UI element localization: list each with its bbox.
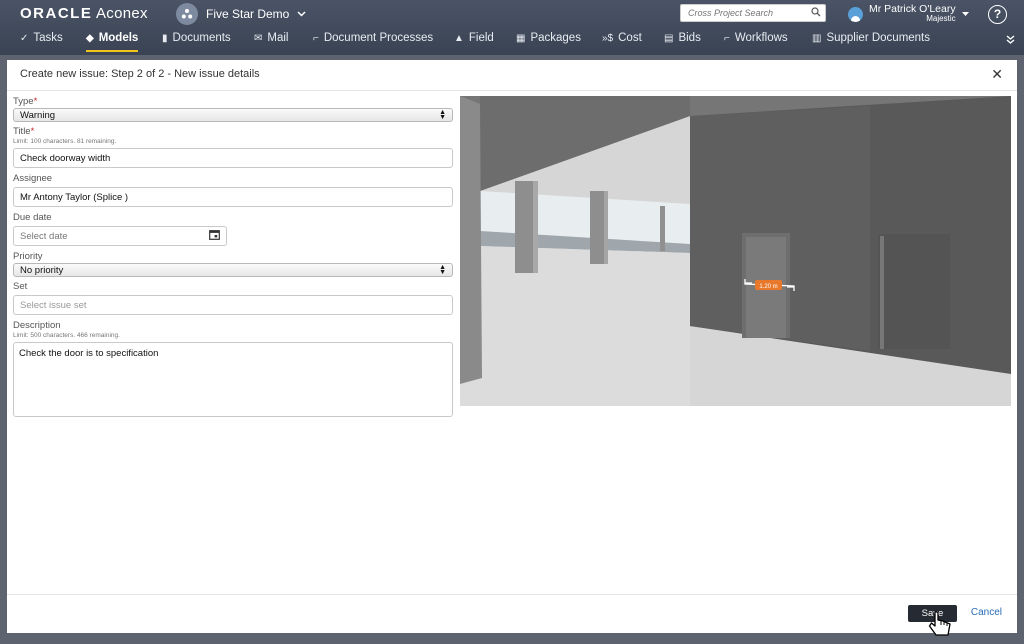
- nav-supplier-documents[interactable]: ▥ Supplier Documents: [812, 28, 930, 52]
- nav-document-processes[interactable]: ⌐ Document Processes: [313, 28, 433, 52]
- nav-label: Field: [468, 32, 494, 44]
- cross-project-search[interactable]: [680, 4, 826, 22]
- required-marker: *: [33, 96, 38, 107]
- nav-label: Document Processes: [323, 32, 434, 44]
- nav-tasks[interactable]: ✓ Tasks: [20, 28, 63, 52]
- dialog-header: Create new issue: Step 2 of 2 - New issu…: [7, 60, 1017, 91]
- nav-label: Cost: [618, 32, 642, 44]
- project-selector[interactable]: Five Star Demo: [176, 3, 306, 25]
- description-char-limit: Limit: 500 characters. 466 remaining.: [13, 332, 120, 339]
- workflow-icon: ⌐: [724, 33, 730, 44]
- type-label: Type*: [13, 96, 453, 108]
- dialog-footer: Save Cancel: [7, 594, 1017, 633]
- packages-icon: ▦: [516, 33, 526, 44]
- nav-label: Documents: [172, 32, 231, 44]
- nav-label: Models: [98, 32, 139, 44]
- oracle-aconex-logo[interactable]: ORACLE Aconex: [20, 4, 148, 24]
- project-logo-icon: [176, 3, 198, 25]
- nav-documents[interactable]: ▮ Documents: [162, 28, 231, 52]
- set-label: Set: [13, 281, 28, 292]
- title-field[interactable]: Check doorway width: [13, 148, 453, 168]
- nav-label: Tasks: [33, 32, 63, 44]
- measurement-label: 1.20 m: [759, 284, 777, 290]
- title-char-limit: Limit: 100 characters. 81 remaining.: [13, 138, 117, 145]
- user-name: Mr Patrick O'Leary: [869, 3, 956, 15]
- top-bar: ORACLE Aconex Five Star Demo Mr Patrick …: [0, 0, 1024, 55]
- help-icon[interactable]: ?: [988, 5, 1007, 24]
- chevron-down-icon: [961, 9, 969, 20]
- search-input[interactable]: [686, 7, 810, 19]
- nav-label: Supplier Documents: [826, 32, 931, 44]
- nav-models[interactable]: ◆ Models: [86, 28, 139, 52]
- type-label-text: Type: [13, 96, 34, 107]
- user-info: Mr Patrick O'Leary Majestic: [869, 4, 956, 24]
- search-icon[interactable]: [811, 4, 821, 22]
- field-icon: ▲: [454, 33, 464, 44]
- description-label: Description: [13, 320, 61, 331]
- check-icon: ✓: [20, 33, 29, 44]
- user-organization: Majestic: [926, 14, 956, 23]
- nav-label: Bids: [678, 32, 701, 44]
- document-icon: ▮: [162, 33, 168, 44]
- type-value: Warning: [20, 109, 56, 121]
- create-issue-dialog: Create new issue: Step 2 of 2 - New issu…: [7, 60, 1017, 633]
- nav-bids[interactable]: ▤ Bids: [664, 28, 701, 52]
- nav-label: Packages: [530, 32, 581, 44]
- nav-cost[interactable]: »$ Cost: [602, 28, 642, 52]
- priority-select[interactable]: No priority ▲ ▼: [13, 263, 453, 277]
- assignee-label: Assignee: [13, 173, 53, 184]
- chevron-down-icon: [297, 9, 306, 20]
- workflow-icon: ⌐: [313, 33, 319, 44]
- priority-label: Priority: [13, 251, 43, 262]
- dialog-title: Create new issue: Step 2 of 2 - New issu…: [20, 68, 260, 80]
- required-marker: *: [30, 126, 35, 137]
- avatar: [848, 6, 863, 22]
- issue-set-field[interactable]: Select issue set: [13, 295, 453, 315]
- due-date-field[interactable]: Select date: [13, 226, 227, 246]
- title-label-text: Title: [13, 126, 31, 137]
- due-date-placeholder: Select date: [20, 230, 68, 242]
- title-label: Title*: [13, 126, 453, 138]
- select-arrows-icon: ▲ ▼: [439, 264, 446, 276]
- nav-field[interactable]: ▲ Field: [454, 28, 494, 52]
- nav-label: Workflows: [734, 32, 788, 44]
- bids-icon: ▤: [664, 33, 674, 44]
- model-3d-view: 1.20 m: [460, 96, 1011, 406]
- supplier-icon: ▥: [812, 33, 822, 44]
- project-name: Five Star Demo: [206, 7, 290, 21]
- type-select[interactable]: Warning ▲ ▼: [13, 108, 453, 122]
- nav-mail[interactable]: ✉ Mail: [254, 28, 288, 52]
- logo-brand: ORACLE: [20, 5, 93, 22]
- model-viewer-snapshot: 1.20 m: [460, 96, 1011, 406]
- issue-form: Type* Warning ▲ ▼ Title* Limit: 100 chara…: [13, 96, 453, 417]
- close-icon[interactable]: ✕: [991, 66, 1003, 83]
- cancel-button[interactable]: Cancel: [971, 607, 1002, 618]
- nav-label: Mail: [267, 32, 289, 44]
- due-date-label: Due date: [13, 212, 52, 223]
- description-field[interactable]: Check the door is to specification: [13, 342, 453, 417]
- mail-icon: ✉: [254, 33, 263, 44]
- priority-value: No priority: [20, 264, 64, 276]
- cube-icon: ◆: [86, 33, 94, 44]
- user-menu[interactable]: Mr Patrick O'Leary Majestic: [848, 3, 969, 25]
- assignee-field[interactable]: Mr Antony Taylor (Splice ): [13, 187, 453, 207]
- nav-packages[interactable]: ▦ Packages: [516, 28, 581, 52]
- chevron-double-down-icon[interactable]: [1006, 35, 1015, 47]
- logo-product: Aconex: [95, 5, 148, 22]
- nav-workflows[interactable]: ⌐ Workflows: [724, 28, 788, 52]
- calendar-icon[interactable]: [209, 229, 220, 243]
- cost-icon: »$: [602, 33, 614, 44]
- select-arrows-icon: ▲ ▼: [439, 109, 446, 121]
- main-nav: ✓ Tasks ◆ Models ▮ Documents ✉ Mail ⌐ Documen…: [0, 28, 1000, 52]
